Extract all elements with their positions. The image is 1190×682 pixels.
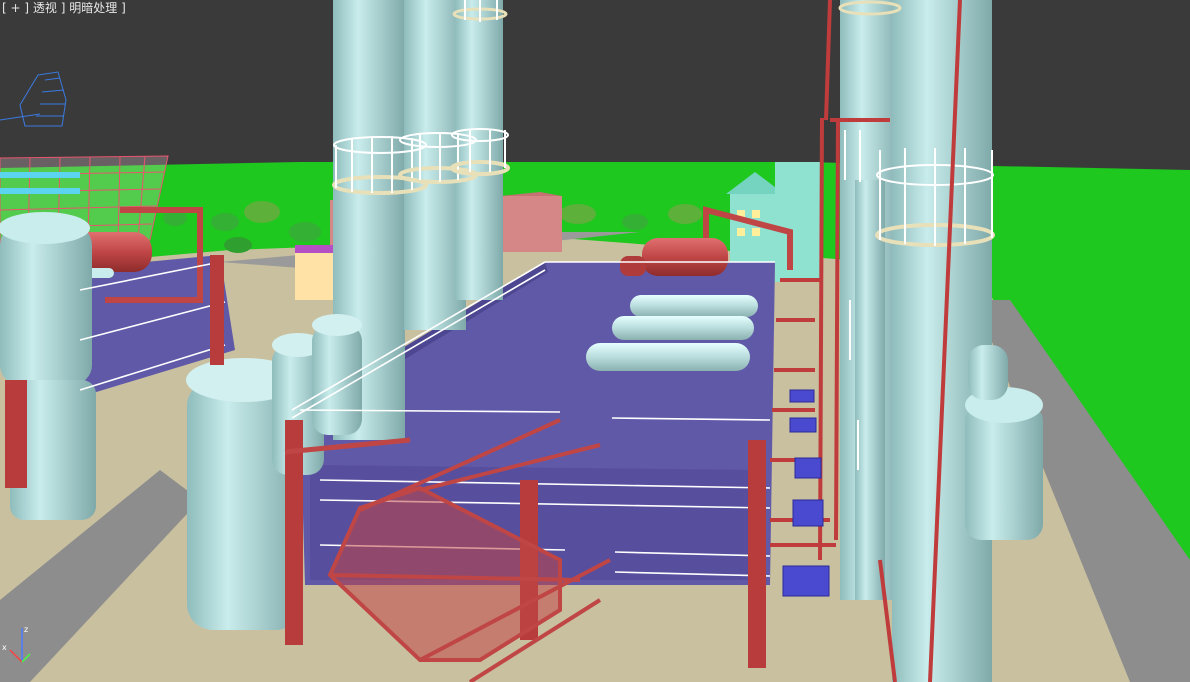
viewport-menu-plus[interactable]: + <box>11 1 21 15</box>
viewport-label[interactable]: [ + ] 透视 ] 明暗处理 ] <box>2 1 126 15</box>
building-pink <box>500 196 562 252</box>
viewport-label-sep2: ] <box>60 1 66 15</box>
viewport-shading-mode[interactable]: 明暗处理 <box>69 1 117 15</box>
perspective-viewport[interactable]: z x [ + ] 透视 ] 明暗处理 ] <box>0 0 1190 682</box>
viewport-label-open-bracket: [ <box>2 1 7 15</box>
distillation-column-3 <box>455 0 503 300</box>
viewport-label-sep1: ] <box>24 1 30 15</box>
scene-render[interactable]: z x <box>0 0 1190 682</box>
right-columns <box>840 0 992 682</box>
axis-x-label: x <box>2 643 7 652</box>
axis-z-label: z <box>24 625 28 634</box>
viewport-view-mode[interactable]: 透视 <box>33 1 57 15</box>
viewport-label-close-bracket: ] <box>121 1 126 15</box>
